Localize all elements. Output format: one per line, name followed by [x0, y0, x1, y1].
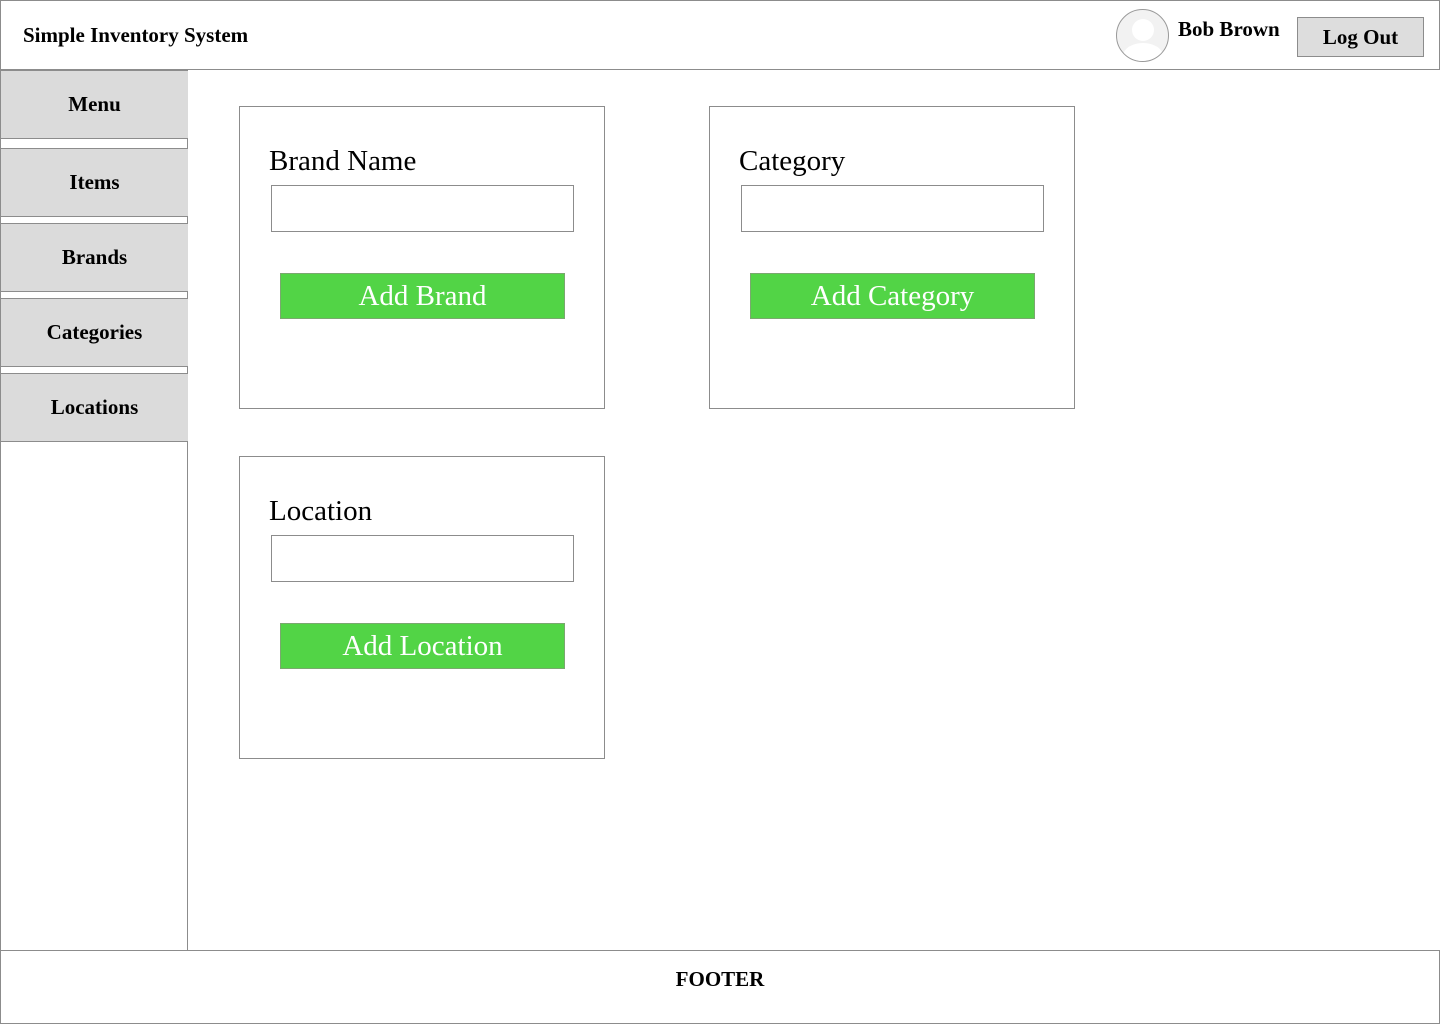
- user-avatar-icon[interactable]: [1116, 9, 1169, 62]
- sidebar-nav: Menu Items Brands Categories Locations: [0, 69, 188, 951]
- add-location-button[interactable]: Add Location: [280, 623, 565, 669]
- app-title: Simple Inventory System: [23, 23, 249, 47]
- sidebar-item-brands[interactable]: Brands: [1, 223, 188, 292]
- sidebar-item-locations[interactable]: Locations: [1, 373, 188, 442]
- sidebar-item-categories[interactable]: Categories: [1, 298, 188, 367]
- brand-name-input[interactable]: [271, 185, 574, 232]
- log-out-button[interactable]: Log Out: [1297, 17, 1424, 57]
- sidebar-item-menu[interactable]: Menu: [1, 70, 188, 139]
- footer-text: FOOTER: [675, 966, 765, 991]
- brand-form-card: Brand Name Add Brand: [239, 106, 605, 409]
- category-input[interactable]: [741, 185, 1044, 232]
- category-form-card: Category Add Category: [709, 106, 1075, 409]
- location-form-card: Location Add Location: [239, 456, 605, 759]
- add-category-button[interactable]: Add Category: [750, 273, 1035, 319]
- user-name: Bob Brown: [1178, 17, 1280, 41]
- add-brand-button[interactable]: Add Brand: [280, 273, 565, 319]
- page-footer: FOOTER: [0, 950, 1440, 1024]
- sidebar-item-items[interactable]: Items: [1, 148, 188, 217]
- brand-name-label: Brand Name: [269, 145, 417, 177]
- location-label: Location: [269, 495, 373, 527]
- person-silhouette-icon: [1123, 19, 1163, 61]
- location-input[interactable]: [271, 535, 574, 582]
- top-header: Simple Inventory System Bob Brown Log Ou…: [0, 0, 1440, 70]
- category-label: Category: [739, 145, 846, 177]
